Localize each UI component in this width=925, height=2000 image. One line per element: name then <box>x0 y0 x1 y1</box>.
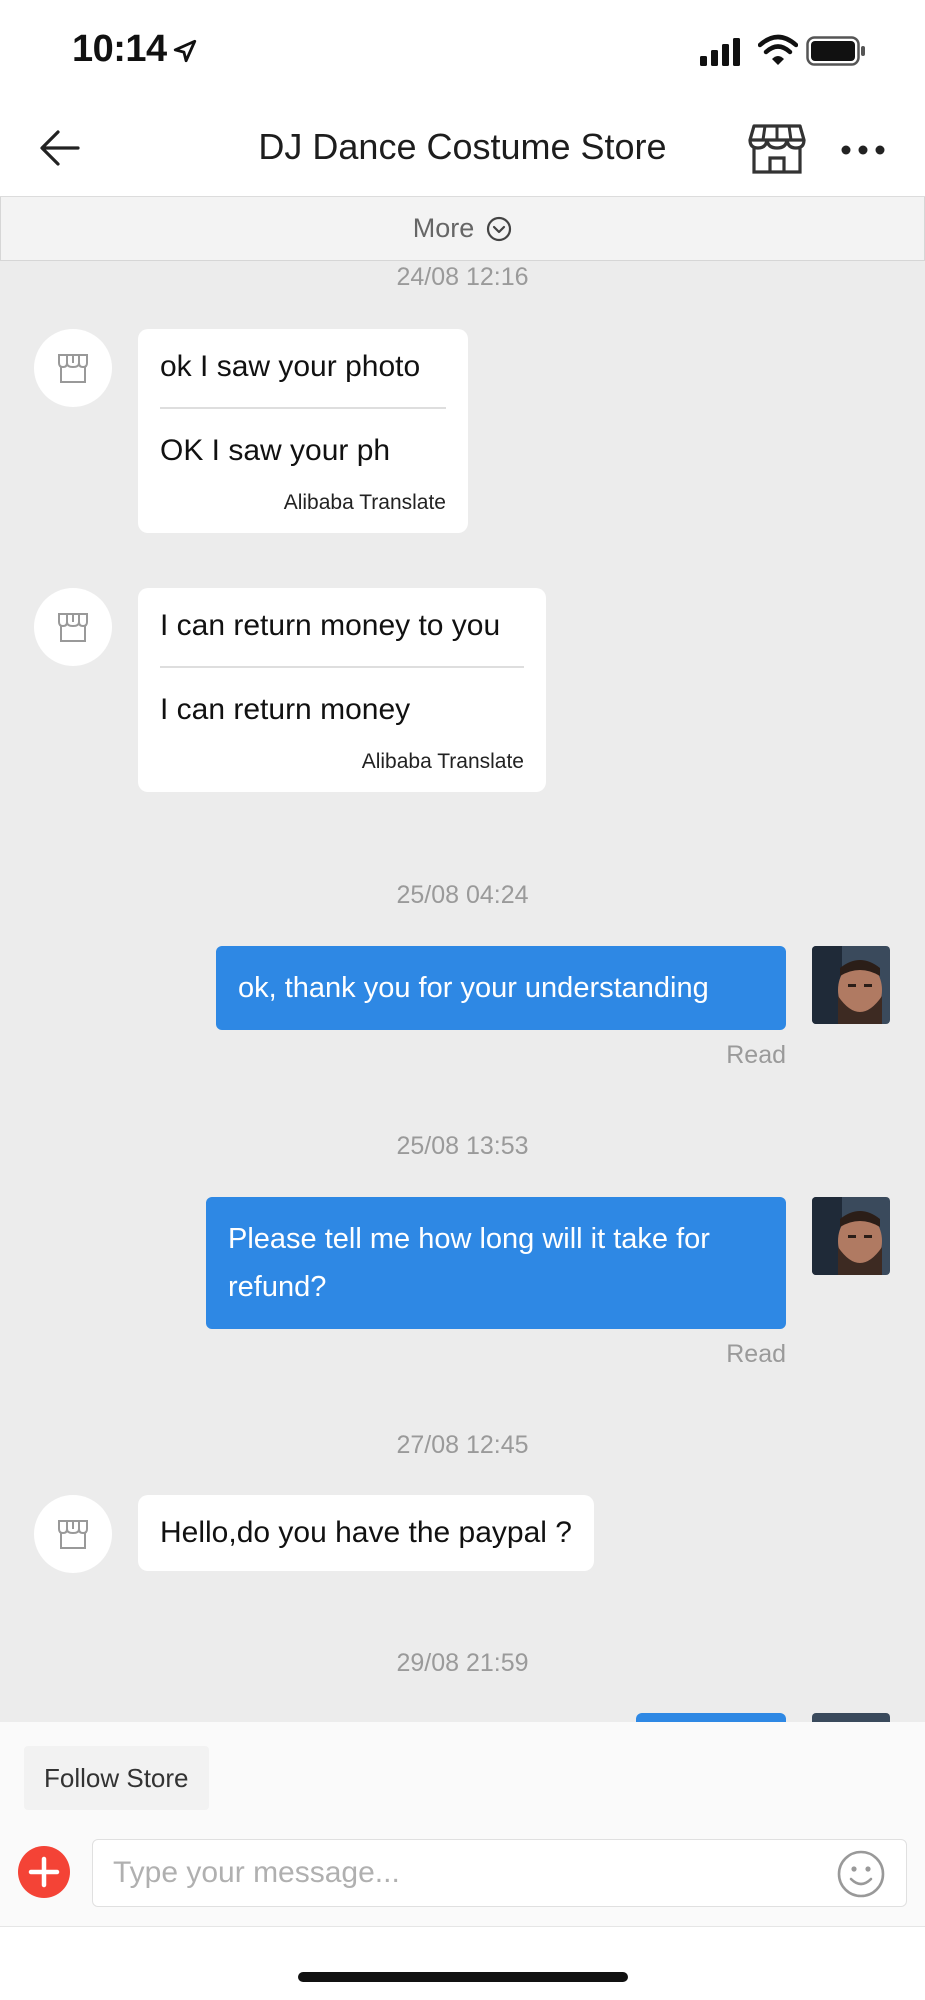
timestamp: 27/08 12:45 <box>396 1431 529 1459</box>
avatar[interactable] <box>812 1197 890 1275</box>
store-avatar[interactable] <box>34 588 112 666</box>
user-avatar-image <box>812 1197 890 1275</box>
store-avatar[interactable] <box>34 329 112 407</box>
avatar[interactable] <box>812 946 890 1024</box>
avatar[interactable] <box>812 1713 890 1722</box>
plus-icon <box>28 1856 60 1888</box>
back-arrow-icon <box>40 130 80 166</box>
store-icon[interactable] <box>748 122 806 176</box>
store-avatar[interactable] <box>34 1495 112 1573</box>
message-bubble-incoming[interactable]: I can return money to you I can return m… <box>138 588 546 792</box>
message-input[interactable] <box>92 1839 907 1907</box>
battery-icon <box>806 36 865 66</box>
page-title: DJ Dance Costume Store <box>258 126 667 167</box>
read-status: Read <box>726 1340 786 1368</box>
chevron-down-icon <box>487 216 512 241</box>
translator-label: Alibaba Translate <box>283 491 446 514</box>
message-input-bar <box>0 1822 925 1927</box>
read-status: Read <box>726 1041 786 1069</box>
wifi-icon <box>758 34 798 65</box>
timestamp: 24/08 12:16 <box>396 263 529 291</box>
timestamp: 29/08 21:59 <box>396 1649 529 1677</box>
store-icon <box>58 354 88 383</box>
user-avatar-image <box>812 1713 890 1722</box>
emoji-icon[interactable] <box>836 1849 886 1899</box>
message-original: ok I saw your photo <box>160 350 421 383</box>
nav-bar: DJ Dance Costume Store <box>0 100 925 197</box>
home-indicator[interactable] <box>298 1972 628 1982</box>
user-avatar-image <box>812 946 890 1024</box>
more-label: More <box>412 213 475 243</box>
status-bar: 10:14 <box>0 0 925 100</box>
timestamp: 25/08 04:24 <box>396 881 529 909</box>
message-bubble-outgoing[interactable]: ok, thank you for your understanding <box>216 946 786 1030</box>
translator-label: Alibaba Translate <box>361 750 524 773</box>
message-bubble-outgoing[interactable]: Please tell me how long will it take for… <box>206 1197 786 1329</box>
location-arrow-icon <box>173 39 197 63</box>
more-dots-icon[interactable] <box>838 130 888 170</box>
follow-bar: Follow Store <box>0 1722 925 1822</box>
status-time: 10:14 <box>72 28 167 70</box>
timestamp: 25/08 13:53 <box>396 1132 529 1160</box>
chat-area[interactable]: 24/08 12:16 ok I saw your photo OK I saw… <box>0 261 925 1722</box>
message-text: Hello,do you have the paypal ? <box>160 1516 572 1549</box>
divider <box>160 407 446 409</box>
more-button[interactable]: More <box>0 197 925 261</box>
message-translation: OK I saw your ph <box>160 434 391 467</box>
back-button[interactable] <box>34 122 86 174</box>
add-button[interactable] <box>18 1846 70 1898</box>
divider <box>160 666 524 668</box>
message-translation: I can return money <box>160 693 411 726</box>
store-icon <box>58 1520 88 1549</box>
signal-icon <box>700 38 740 66</box>
store-icon <box>58 613 88 642</box>
message-bubble-incoming[interactable]: Hello,do you have the paypal ? <box>138 1495 594 1571</box>
follow-store-button[interactable]: Follow Store <box>24 1746 209 1810</box>
message-original: I can return money to you <box>160 609 501 642</box>
message-bubble-incoming[interactable]: ok I saw your photo OK I saw your ph Ali… <box>138 329 468 533</box>
message-bubble-outgoing[interactable] <box>636 1713 786 1722</box>
